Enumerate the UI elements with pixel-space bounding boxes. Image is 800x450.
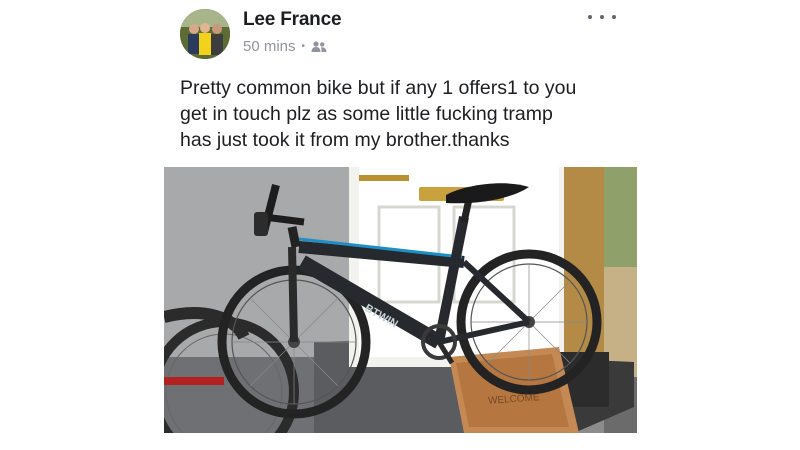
avatar-photo [180,9,230,59]
author-avatar[interactable] [180,9,230,59]
post-card: Lee France 50 mins • Pretty common bike … [0,0,800,450]
post-timestamp[interactable]: 50 mins [243,38,296,55]
post-meta: 50 mins • [243,38,327,55]
post-text-line: Pretty common bike but if any 1 offers1 … [180,77,577,99]
friends-icon[interactable] [311,40,327,54]
author-name[interactable]: Lee France [243,9,342,31]
post-text: Pretty common bike but if any 1 offers1 … [180,75,630,153]
post-photo[interactable]: WELCOME BTWIN [164,167,637,433]
meta-separator: • [301,41,306,52]
more-options-icon[interactable] [588,8,616,26]
dot [600,15,604,19]
post-text-line: get in touch plz as some little fucking … [180,103,553,125]
dot [612,15,616,19]
dot [588,15,592,19]
post-text-line: has just took it from my brother.thanks [180,129,510,151]
bike-photo-illustration: WELCOME BTWIN [164,167,637,433]
